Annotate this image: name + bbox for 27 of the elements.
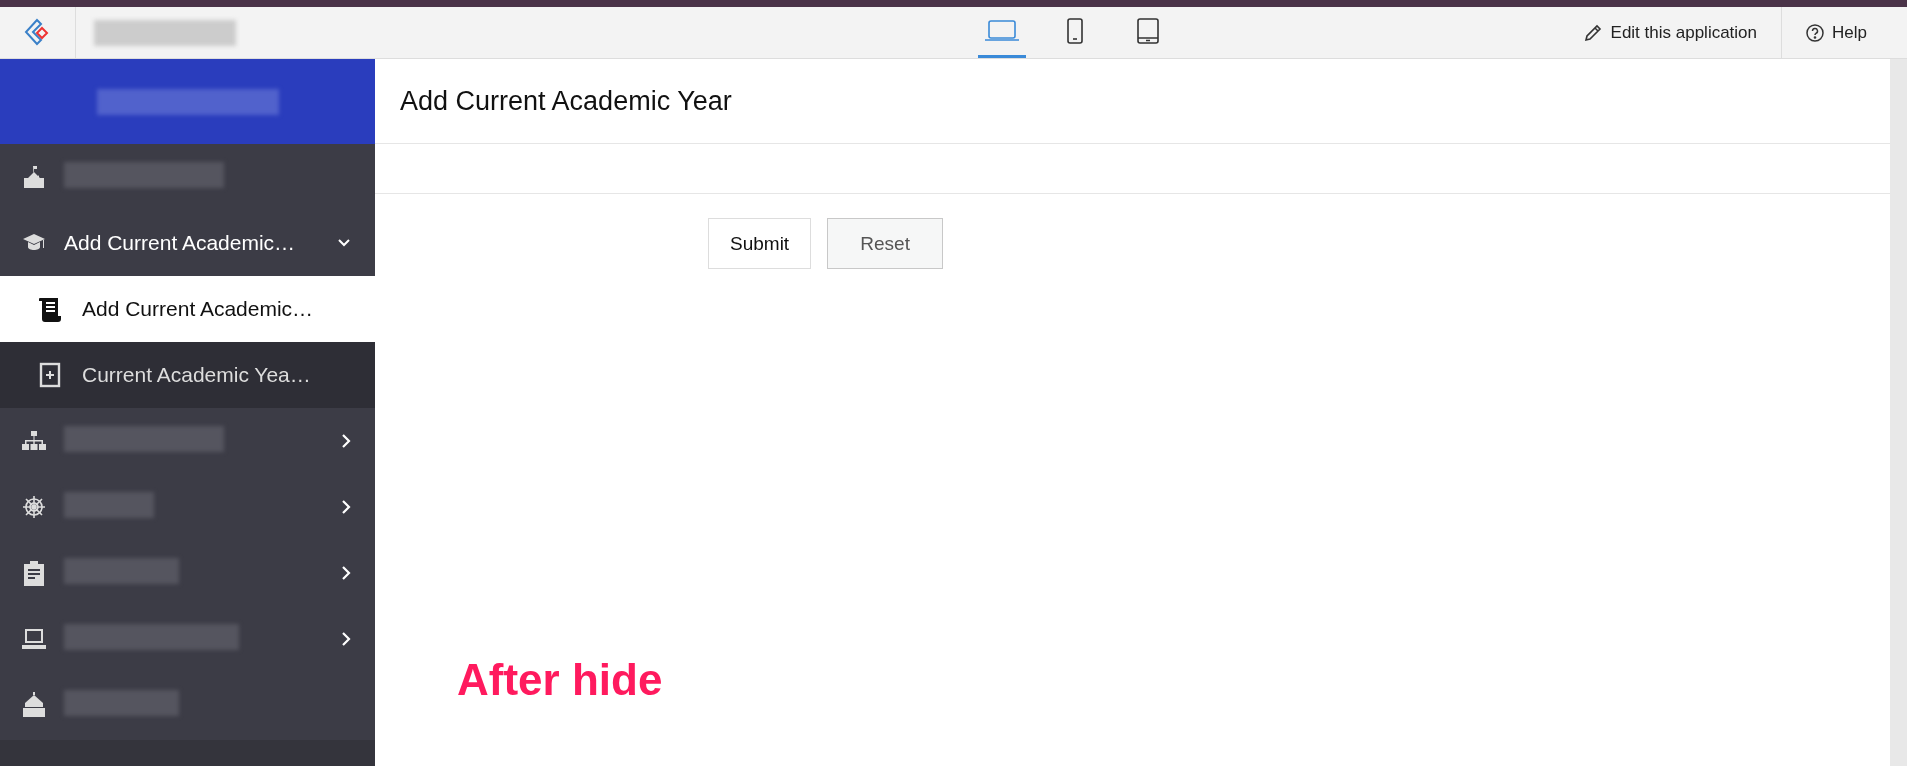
edit-application-link[interactable]: Edit this application <box>1559 7 1783 58</box>
page-title: Add Current Academic Year <box>400 85 732 117</box>
clipboard-icon <box>23 560 45 586</box>
chevron-right-icon <box>341 565 351 581</box>
submit-button[interactable]: Submit <box>708 218 812 269</box>
sidebar-item[interactable]: Add Current Academic… <box>0 210 375 276</box>
school-icon <box>22 165 46 189</box>
spider-web-icon <box>22 495 46 519</box>
phone-icon[interactable] <box>1066 18 1085 44</box>
sidebar-subitem[interactable]: Current Academic Yea… <box>0 342 375 408</box>
scroll-icon <box>38 296 62 322</box>
laptop-icon <box>22 628 46 650</box>
pencil-icon <box>1583 23 1602 42</box>
help-icon <box>1806 23 1825 42</box>
tablet-icon[interactable] <box>1136 18 1161 44</box>
reset-button[interactable]: Reset <box>827 218 944 269</box>
chevron-right-icon <box>341 499 351 515</box>
help-button[interactable]: Help <box>1782 7 1907 58</box>
sitemap-icon <box>22 430 46 452</box>
chevron-right-icon <box>341 631 351 647</box>
chevron-down-icon <box>337 238 351 248</box>
annotation-text: After hide <box>457 655 663 705</box>
sidebar-subitem[interactable]: Add Current Academic… <box>0 276 375 342</box>
chevron-right-icon <box>341 433 351 449</box>
clipboard-plus-icon <box>39 362 61 388</box>
building-icon <box>22 692 46 718</box>
laptop-icon[interactable] <box>984 19 1021 43</box>
